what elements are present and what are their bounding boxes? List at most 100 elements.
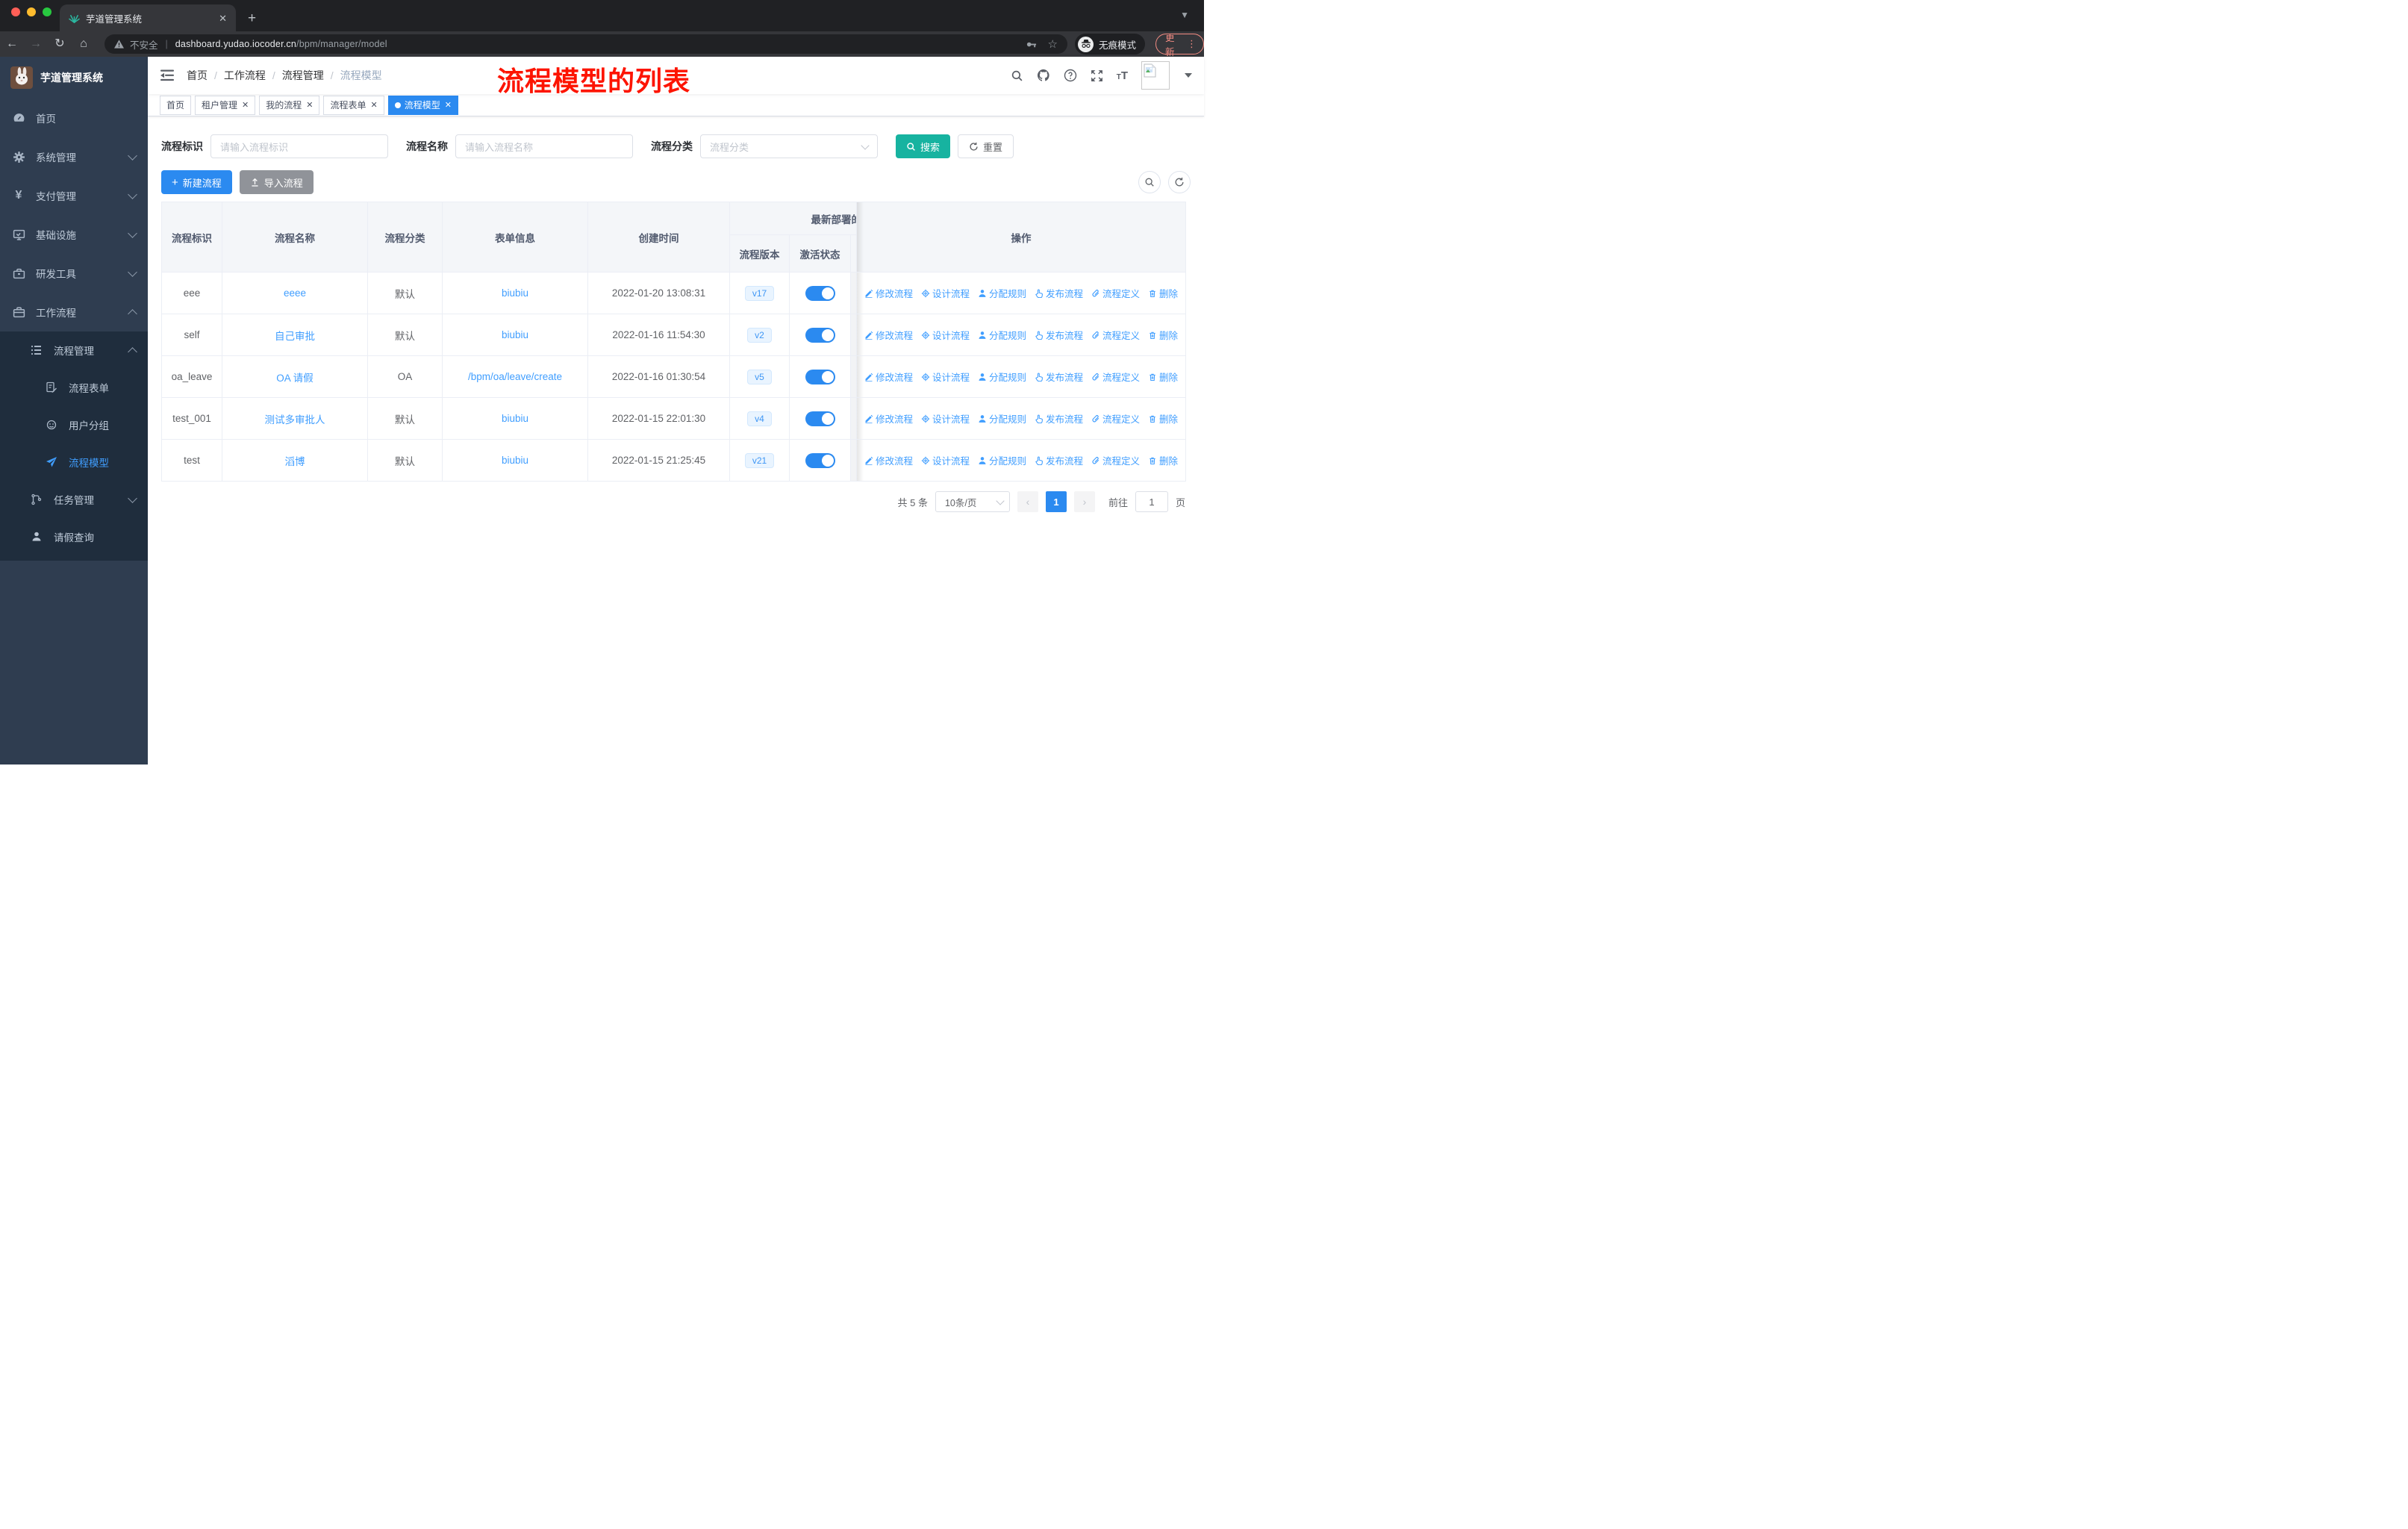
home-icon[interactable]: ⌂ xyxy=(72,38,96,50)
form-info-link[interactable]: biubiu xyxy=(502,287,528,299)
avatar[interactable] xyxy=(1141,61,1170,90)
app-logo[interactable]: 芋道管理系统 xyxy=(0,57,148,99)
delete-link[interactable]: 删除 xyxy=(1148,286,1178,300)
prev-page-button[interactable]: ‹ xyxy=(1017,491,1038,512)
avatar-caret-icon[interactable] xyxy=(1185,73,1192,78)
sidebar-item-process-model[interactable]: 流程模型 xyxy=(0,443,148,481)
process-name-link[interactable]: 滔博 xyxy=(285,456,305,467)
sidebar-item-user-group[interactable]: 用户分组 xyxy=(0,406,148,443)
process-definition-link[interactable]: 流程定义 xyxy=(1091,286,1140,300)
breadcrumb-process-management[interactable]: 流程管理 xyxy=(282,68,324,83)
publish-process-link[interactable]: 发布流程 xyxy=(1035,370,1083,384)
address-bar[interactable]: 不安全 | dashboard.yudao.iocoder.cn/bpm/man… xyxy=(105,34,1067,54)
browser-tab[interactable]: 芋道管理系统 ✕ xyxy=(60,4,236,31)
tab-close-icon[interactable]: ✕ xyxy=(219,13,227,23)
publish-process-link[interactable]: 发布流程 xyxy=(1035,328,1083,342)
delete-link[interactable]: 删除 xyxy=(1148,328,1178,342)
sidebar-item-home[interactable]: 首页 xyxy=(0,99,148,137)
process-name-input[interactable]: 请输入流程名称 xyxy=(455,134,633,158)
assign-rule-link[interactable]: 分配规则 xyxy=(978,453,1026,467)
close-icon[interactable]: ✕ xyxy=(445,100,452,110)
form-info-link[interactable]: biubiu xyxy=(502,413,528,424)
close-icon[interactable]: ✕ xyxy=(371,100,378,110)
next-page-button[interactable]: › xyxy=(1073,491,1095,512)
tag-process-model[interactable]: 流程模型 ✕ xyxy=(387,95,458,115)
tag-process-form[interactable]: 流程表单 ✕ xyxy=(323,95,384,115)
active-toggle[interactable] xyxy=(805,452,835,468)
process-name-link[interactable]: 自己审批 xyxy=(275,331,315,342)
back-icon[interactable]: ← xyxy=(0,38,24,50)
form-info-link[interactable]: biubiu xyxy=(502,329,528,340)
process-definition-link[interactable]: 流程定义 xyxy=(1091,328,1140,342)
forward-icon[interactable]: → xyxy=(24,38,48,50)
assign-rule-link[interactable]: 分配规则 xyxy=(978,328,1026,342)
design-process-link[interactable]: 设计流程 xyxy=(921,370,970,384)
goto-page-input[interactable]: 1 xyxy=(1135,491,1168,512)
reset-button[interactable]: 重置 xyxy=(958,134,1014,158)
tag-my-process[interactable]: 我的流程 ✕ xyxy=(259,95,320,115)
active-toggle[interactable] xyxy=(805,369,835,384)
font-size-icon[interactable]: TT xyxy=(1117,69,1128,82)
active-toggle[interactable] xyxy=(805,285,835,301)
delete-link[interactable]: 删除 xyxy=(1148,370,1178,384)
process-category-select[interactable]: 流程分类 xyxy=(700,134,878,158)
process-definition-link[interactable]: 流程定义 xyxy=(1091,411,1140,426)
form-info-link[interactable]: /bpm/oa/leave/create xyxy=(468,371,562,382)
update-browser-button[interactable]: 更新 ⋮ xyxy=(1155,33,1204,57)
design-process-link[interactable]: 设计流程 xyxy=(921,411,970,426)
fullscreen-icon[interactable] xyxy=(1091,69,1103,82)
design-process-link[interactable]: 设计流程 xyxy=(921,328,970,342)
toggle-search-button[interactable] xyxy=(1138,171,1161,193)
breadcrumb-workflow[interactable]: 工作流程 xyxy=(224,68,266,83)
edit-process-link[interactable]: 修改流程 xyxy=(864,370,913,384)
breadcrumb-home[interactable]: 首页 xyxy=(187,68,208,83)
maximize-window-button[interactable] xyxy=(43,7,52,16)
sidebar-item-task-management[interactable]: 任务管理 xyxy=(0,481,148,518)
assign-rule-link[interactable]: 分配规则 xyxy=(978,370,1026,384)
sidebar-item-infra[interactable]: 基础设施 xyxy=(0,215,148,254)
sidebar-item-payment[interactable]: ¥ 支付管理 xyxy=(0,176,148,215)
tag-home[interactable]: 首页 xyxy=(160,95,192,115)
current-page[interactable]: 1 xyxy=(1045,491,1067,512)
publish-process-link[interactable]: 发布流程 xyxy=(1035,411,1083,426)
key-icon[interactable] xyxy=(1026,39,1037,50)
active-toggle[interactable] xyxy=(805,411,835,426)
publish-process-link[interactable]: 发布流程 xyxy=(1035,453,1083,467)
browser-menu-icon[interactable]: ⋮ xyxy=(1187,38,1197,50)
delete-link[interactable]: 删除 xyxy=(1148,453,1178,467)
refresh-table-button[interactable] xyxy=(1168,171,1191,193)
import-process-button[interactable]: 导入流程 xyxy=(239,170,314,194)
publish-process-link[interactable]: 发布流程 xyxy=(1035,286,1083,300)
delete-link[interactable]: 删除 xyxy=(1148,411,1178,426)
help-icon[interactable] xyxy=(1064,69,1077,82)
new-tab-button[interactable]: + xyxy=(248,11,256,25)
bookmark-star-icon[interactable]: ☆ xyxy=(1048,39,1058,50)
create-process-button[interactable]: + 新建流程 xyxy=(161,170,232,194)
edit-process-link[interactable]: 修改流程 xyxy=(864,411,913,426)
minimize-window-button[interactable] xyxy=(27,7,36,16)
edit-process-link[interactable]: 修改流程 xyxy=(864,453,913,467)
sidebar-item-workflow[interactable]: 工作流程 xyxy=(0,293,148,331)
sidebar-item-system[interactable]: 系统管理 xyxy=(0,137,148,176)
hamburger-icon[interactable] xyxy=(160,69,175,82)
sidebar-item-process-form[interactable]: 流程表单 xyxy=(0,369,148,406)
process-name-link[interactable]: eeee xyxy=(284,287,306,299)
sidebar-item-process-management[interactable]: 流程管理 xyxy=(0,331,148,369)
process-id-input[interactable]: 请输入流程标识 xyxy=(210,134,388,158)
search-button[interactable]: 搜索 xyxy=(896,134,951,158)
assign-rule-link[interactable]: 分配规则 xyxy=(978,411,1026,426)
design-process-link[interactable]: 设计流程 xyxy=(921,286,970,300)
page-size-select[interactable]: 10条/页 xyxy=(935,491,1010,512)
process-definition-link[interactable]: 流程定义 xyxy=(1091,453,1140,467)
edit-process-link[interactable]: 修改流程 xyxy=(864,286,913,300)
active-toggle[interactable] xyxy=(805,327,835,343)
close-icon[interactable]: ✕ xyxy=(242,100,249,110)
reload-icon[interactable]: ↻ xyxy=(48,38,72,50)
sidebar-item-devtools[interactable]: 研发工具 xyxy=(0,254,148,293)
tab-search-chevron-icon[interactable]: ▼ xyxy=(1180,10,1189,20)
close-window-button[interactable] xyxy=(11,7,20,16)
github-icon[interactable] xyxy=(1037,69,1050,82)
process-name-link[interactable]: OA 请假 xyxy=(276,373,314,384)
close-icon[interactable]: ✕ xyxy=(306,100,313,110)
search-icon[interactable] xyxy=(1011,69,1023,82)
